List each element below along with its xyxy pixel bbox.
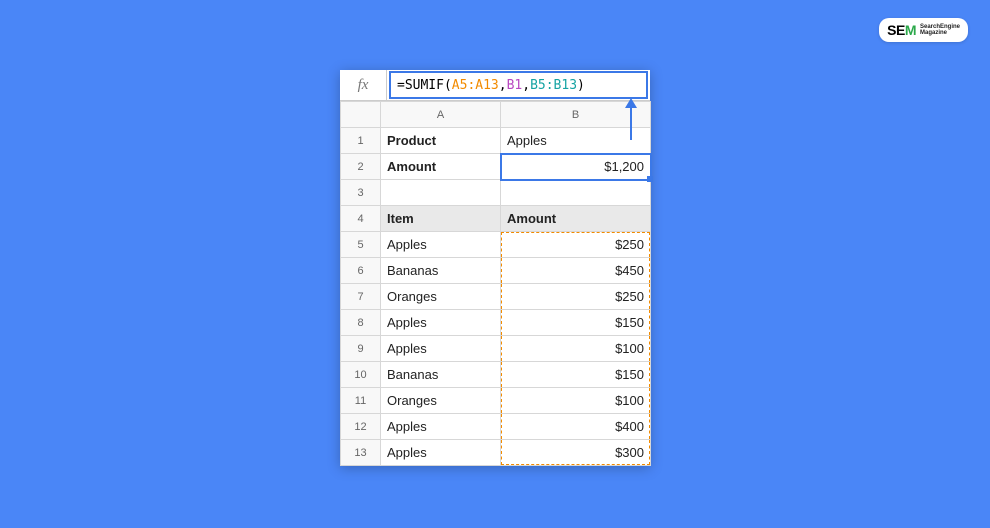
- cell-A5[interactable]: Apples: [381, 232, 501, 258]
- row-8: 8 Apples $150: [341, 310, 651, 336]
- cell-B1[interactable]: Apples: [501, 128, 651, 154]
- row-header-3[interactable]: 3: [341, 180, 381, 206]
- cell-A8[interactable]: Apples: [381, 310, 501, 336]
- row-header-12[interactable]: 12: [341, 414, 381, 440]
- cell-B4[interactable]: Amount: [501, 206, 651, 232]
- fx-icon[interactable]: fx: [340, 70, 387, 100]
- row-10: 10 Bananas $150: [341, 362, 651, 388]
- row-3: 3: [341, 180, 651, 206]
- cell-A11[interactable]: Oranges: [381, 388, 501, 414]
- row-header-7[interactable]: 7: [341, 284, 381, 310]
- cell-B11[interactable]: $100: [501, 388, 651, 414]
- cell-A12[interactable]: Apples: [381, 414, 501, 440]
- cell-B5[interactable]: $250: [501, 232, 651, 258]
- row-header-10[interactable]: 10: [341, 362, 381, 388]
- row-7: 7 Oranges $250: [341, 284, 651, 310]
- select-all-corner[interactable]: [341, 102, 381, 128]
- row-header-2[interactable]: 2: [341, 154, 381, 180]
- row-11: 11 Oranges $100: [341, 388, 651, 414]
- row-4: 4 Item Amount: [341, 206, 651, 232]
- cell-B2-active[interactable]: $1,200: [501, 154, 651, 180]
- column-header-row: A B: [341, 102, 651, 128]
- cell-B6[interactable]: $450: [501, 258, 651, 284]
- cell-B7[interactable]: $250: [501, 284, 651, 310]
- row-13: 13 Apples $300: [341, 440, 651, 466]
- cell-A10[interactable]: Bananas: [381, 362, 501, 388]
- formula-input[interactable]: =SUMIF(A5:A13,B1,B5:B13): [389, 71, 648, 99]
- cell-B12[interactable]: $400: [501, 414, 651, 440]
- grid[interactable]: A B 1 Product Apples 2 Amount $1,200 3 4: [340, 101, 651, 466]
- formula-range1: A5:A13: [452, 78, 499, 93]
- cell-A2[interactable]: Amount: [381, 154, 501, 180]
- cell-A3[interactable]: [381, 180, 501, 206]
- row-12: 12 Apples $400: [341, 414, 651, 440]
- spreadsheet: fx =SUMIF(A5:A13,B1,B5:B13) A B 1 Produc…: [340, 70, 650, 466]
- row-header-11[interactable]: 11: [341, 388, 381, 414]
- row-5: 5 Apples $250: [341, 232, 651, 258]
- cell-A1[interactable]: Product: [381, 128, 501, 154]
- cell-A9[interactable]: Apples: [381, 336, 501, 362]
- cell-B9[interactable]: $100: [501, 336, 651, 362]
- cell-A13[interactable]: Apples: [381, 440, 501, 466]
- formula-fn: SUMIF: [405, 78, 444, 93]
- formula-range3: B5:B13: [530, 78, 577, 93]
- row-header-5[interactable]: 5: [341, 232, 381, 258]
- cell-B13[interactable]: $300: [501, 440, 651, 466]
- logo-text: SearchEngineMagazine: [920, 24, 960, 36]
- cell-B8[interactable]: $150: [501, 310, 651, 336]
- row-header-6[interactable]: 6: [341, 258, 381, 284]
- formula-range2: B1: [507, 78, 523, 93]
- col-header-B[interactable]: B: [501, 102, 651, 128]
- row-header-13[interactable]: 13: [341, 440, 381, 466]
- brand-logo: SEM SearchEngineMagazine: [879, 18, 968, 42]
- cell-A7[interactable]: Oranges: [381, 284, 501, 310]
- row-2: 2 Amount $1,200: [341, 154, 651, 180]
- col-header-A[interactable]: A: [381, 102, 501, 128]
- cell-B3[interactable]: [501, 180, 651, 206]
- formula-paren-close: ): [577, 78, 585, 93]
- row-1: 1 Product Apples: [341, 128, 651, 154]
- formula-bar: fx =SUMIF(A5:A13,B1,B5:B13): [340, 70, 650, 101]
- row-header-8[interactable]: 8: [341, 310, 381, 336]
- row-9: 9 Apples $100: [341, 336, 651, 362]
- cell-A6[interactable]: Bananas: [381, 258, 501, 284]
- row-header-9[interactable]: 9: [341, 336, 381, 362]
- formula-equals: =: [397, 78, 405, 93]
- row-6: 6 Bananas $450: [341, 258, 651, 284]
- cell-B10[interactable]: $150: [501, 362, 651, 388]
- cell-A4[interactable]: Item: [381, 206, 501, 232]
- row-header-4[interactable]: 4: [341, 206, 381, 232]
- formula-paren-open: (: [444, 78, 452, 93]
- logo-mark: SEM: [887, 22, 916, 38]
- row-header-1[interactable]: 1: [341, 128, 381, 154]
